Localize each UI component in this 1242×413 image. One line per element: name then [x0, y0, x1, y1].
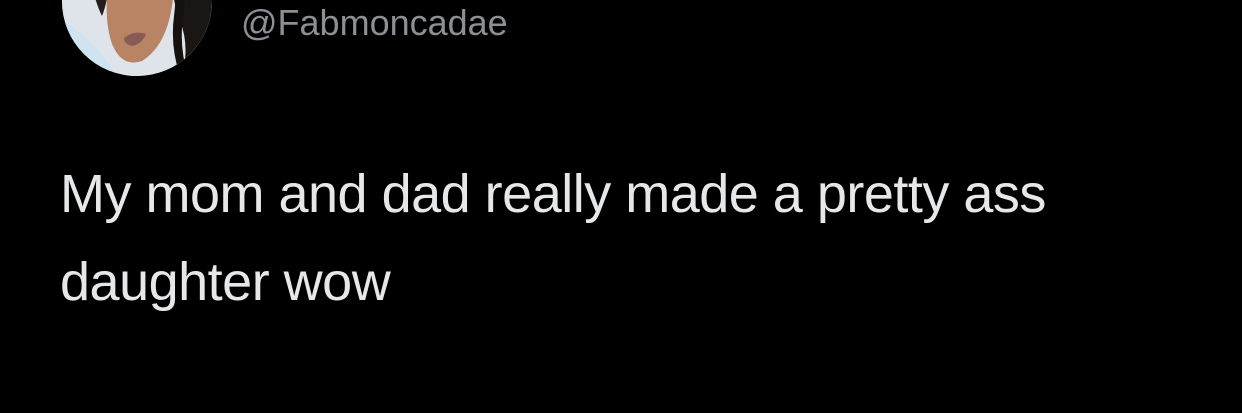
profile-photo	[62, 0, 212, 76]
avatar[interactable]	[62, 0, 212, 76]
tweet: @Fabmoncadae My mom and dad really made …	[0, 0, 1242, 413]
tweet-text: My mom and dad really made a pretty ass …	[60, 150, 1210, 326]
author-handle[interactable]: @Fabmoncadae	[241, 1, 508, 45]
tweet-text-line: daughter wow	[60, 252, 391, 312]
tweet-text-line: My mom and dad really made a pretty ass	[60, 164, 1046, 224]
